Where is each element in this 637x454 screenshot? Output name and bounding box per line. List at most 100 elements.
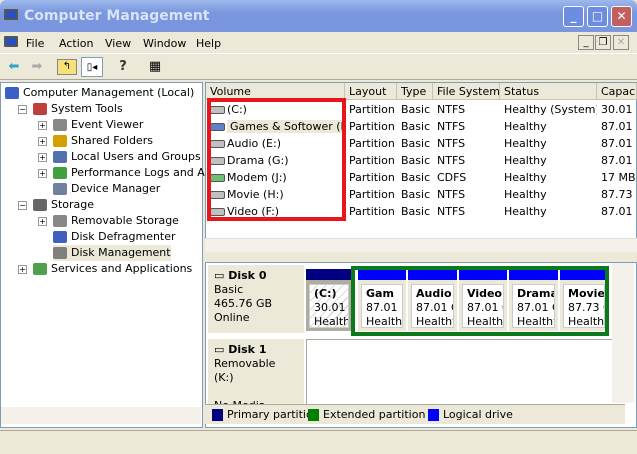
column-header[interactable]: Status <box>500 83 597 100</box>
tools-icon <box>33 103 47 115</box>
legend-label: Primary partition <box>227 408 320 421</box>
cell-text: Partition <box>349 154 395 167</box>
cell-text: CDFS <box>437 171 467 184</box>
table-cell: Partition <box>349 101 397 118</box>
expand-toggle[interactable]: + <box>38 153 47 162</box>
tree-item-label: Disk Defragmenter <box>71 230 176 243</box>
help-icon[interactable]: ? <box>112 57 134 77</box>
table-cell: CDFS <box>437 169 500 186</box>
system-menu-icon[interactable] <box>4 36 18 47</box>
table-cell: Healthy (System) <box>504 101 597 118</box>
menu-file[interactable]: File <box>26 37 44 50</box>
cell-text: Basic <box>401 103 431 116</box>
tree-item[interactable]: Device Manager <box>53 181 160 197</box>
back-arrow-icon[interactable]: ⬅ <box>3 57 25 77</box>
properties-icon[interactable]: ▦ <box>144 57 166 77</box>
tree-item-label: Device Manager <box>71 182 161 195</box>
cell-text: NTFS <box>437 188 466 201</box>
console-tree: Computer Management (Local) − System Tools… <box>0 82 229 428</box>
cell-text: Basic <box>401 205 431 218</box>
table-cell: Partition <box>349 203 397 220</box>
expand-toggle[interactable]: + <box>38 217 47 226</box>
forward-arrow-icon[interactable]: ➡ <box>26 57 48 77</box>
child-close-button[interactable]: ✕ <box>613 35 629 50</box>
expand-toggle[interactable]: − <box>18 201 27 210</box>
disk-info[interactable]: ▭ Disk 1Removable (K:) No Media <box>208 339 304 412</box>
volume-highlight-box <box>207 98 346 221</box>
table-cell: 87.01 <box>601 135 637 152</box>
device-manager-icon <box>53 183 67 195</box>
cell-text: Partition <box>349 120 395 133</box>
expand-toggle[interactable]: + <box>38 137 47 146</box>
column-header[interactable]: File System <box>433 83 500 100</box>
column-header[interactable]: Type <box>397 83 433 100</box>
table-cell: 30.01 <box>601 101 637 118</box>
cell-text: Healthy <box>504 120 547 133</box>
cell-text: Healthy <box>504 171 547 184</box>
disk-state: Online <box>214 311 250 324</box>
child-restore-button[interactable]: ❐ <box>595 35 611 50</box>
cell-text: Partition <box>349 103 395 116</box>
menu-view[interactable]: View <box>105 37 131 50</box>
expand-toggle[interactable]: − <box>18 105 27 114</box>
legend: Primary partition Extended partition Logic… <box>205 404 625 424</box>
menu-window[interactable]: Window <box>143 37 186 50</box>
table-cell: 87.01 <box>601 118 637 135</box>
minimize-button[interactable]: _ <box>563 6 584 27</box>
tree-item[interactable]: Disk Management <box>53 245 171 261</box>
tree-item[interactable]: Disk Defragmenter <box>53 229 176 245</box>
volume-list-scrollbar[interactable] <box>205 238 637 252</box>
graph-vertical-scrollbar[interactable] <box>612 263 634 403</box>
disk-empty-area <box>306 339 612 405</box>
tree-item[interactable]: Storage <box>33 197 94 213</box>
table-cell: NTFS <box>437 203 500 220</box>
event-viewer-icon <box>53 119 67 131</box>
table-cell: NTFS <box>437 152 500 169</box>
cell-text: Healthy <box>504 205 547 218</box>
tree-item-label: Storage <box>51 198 95 211</box>
close-button[interactable]: ✕ <box>611 6 632 27</box>
tree-item[interactable]: Services and Applications <box>33 261 192 277</box>
disk-name: ▭ Disk 1 <box>214 343 298 357</box>
expand-toggle[interactable]: + <box>38 169 47 178</box>
expand-toggle[interactable]: + <box>18 265 27 274</box>
table-cell: NTFS <box>437 118 500 135</box>
disk-name: ▭ Disk 0 <box>214 269 298 283</box>
tree-item-label: Computer Management (Local) <box>23 86 195 99</box>
show-hide-tree-icon[interactable]: ▯◂ <box>81 57 103 77</box>
tree-item[interactable]: Local Users and Groups <box>53 149 201 165</box>
table-cell: Partition <box>349 169 397 186</box>
menu-action[interactable]: Action <box>59 37 93 50</box>
tree-item[interactable]: Performance Logs and Alerts <box>53 165 229 181</box>
tree-item[interactable]: System Tools <box>33 101 123 117</box>
hard-disk-icon: ▭ <box>214 269 229 282</box>
users-icon <box>53 151 67 163</box>
menu-help[interactable]: Help <box>196 37 221 50</box>
cell-text: 87.01 <box>601 137 633 150</box>
toolbar: ⬅ ➡ ↰ ▯◂ ? ▦ <box>0 54 637 80</box>
tree-item[interactable]: Removable Storage <box>53 213 179 229</box>
tree-item[interactable]: Event Viewer <box>53 117 143 133</box>
up-folder-icon[interactable]: ↰ <box>57 59 77 75</box>
child-minimize-button[interactable]: _ <box>578 35 594 50</box>
disk-management-icon <box>53 247 67 259</box>
maximize-button[interactable]: □ <box>587 6 608 27</box>
tree-horizontal-scrollbar[interactable] <box>1 407 201 424</box>
computer-management-icon <box>4 9 18 20</box>
tree-item[interactable]: Shared Folders <box>53 133 153 149</box>
partition-block[interactable]: (C:) 30.01 Health <box>306 269 352 331</box>
title-bar: Computer Management _ □ ✕ <box>0 0 637 32</box>
menu-bar: File Action View Window Help <box>0 32 637 54</box>
tree-item[interactable]: Computer Management (Local) <box>5 85 194 101</box>
expand-toggle[interactable]: + <box>38 121 47 130</box>
partition-size: 30.01 <box>314 301 346 314</box>
table-cell: 87.73 <box>601 186 637 203</box>
cell-text: 17 MB <box>601 171 636 184</box>
table-cell: NTFS <box>437 186 500 203</box>
column-header[interactable]: Capac <box>597 83 637 100</box>
cell-text: NTFS <box>437 103 466 116</box>
disk-info[interactable]: ▭ Disk 0 Basic 465.76 GB Online <box>208 265 304 333</box>
legend-label: Logical drive <box>443 408 513 421</box>
column-header[interactable]: Layout <box>345 83 397 100</box>
table-cell: 17 MB <box>601 169 637 186</box>
